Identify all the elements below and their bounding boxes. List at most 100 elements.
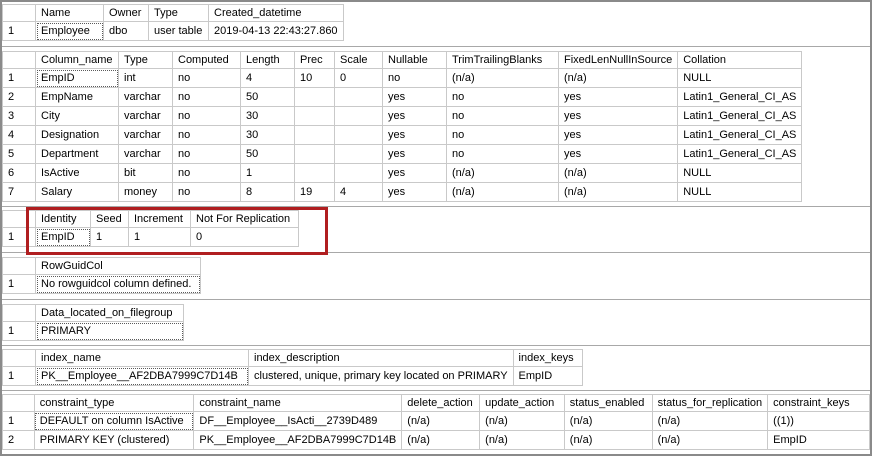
grid-cell[interactable]: 30 xyxy=(240,125,295,145)
grid-cell[interactable]: yes xyxy=(382,144,447,164)
grid-cell[interactable]: (n/a) xyxy=(557,68,679,88)
grid-cell[interactable]: Salary xyxy=(35,182,119,202)
grid-cell[interactable]: 30 xyxy=(240,106,295,126)
grid-cell[interactable]: (n/a) xyxy=(651,411,769,431)
grid-cell[interactable]: Latin1_General_CI_AS xyxy=(677,125,803,145)
grid-cell[interactable]: 1 xyxy=(90,227,129,247)
grid-cell[interactable]: yes xyxy=(557,125,679,145)
grid-cell[interactable]: 4 xyxy=(240,68,295,88)
column-header[interactable]: Nullable xyxy=(382,51,447,69)
grid-splitter[interactable] xyxy=(2,296,870,303)
grid-cell[interactable] xyxy=(294,106,335,126)
column-header[interactable]: index_keys xyxy=(512,349,583,367)
row-number[interactable]: 1 xyxy=(2,321,36,341)
grid-cell[interactable]: PK__Employee__AF2DBA7999C7D14B xyxy=(193,430,403,450)
corner-header[interactable] xyxy=(2,304,36,322)
grid-cell[interactable]: (n/a) xyxy=(557,163,679,183)
grid-cell[interactable]: no xyxy=(446,125,559,145)
row-number[interactable]: 7 xyxy=(2,182,36,202)
column-header[interactable]: Scale xyxy=(334,51,383,69)
grid-cell[interactable]: (n/a) xyxy=(446,182,559,202)
grid-cell[interactable]: 0 xyxy=(190,227,299,247)
column-header[interactable]: status_for_replication xyxy=(651,394,769,412)
grid-cell[interactable]: dbo xyxy=(103,21,149,41)
grid-cell[interactable]: (n/a) xyxy=(446,68,559,88)
selected-cell[interactable]: EmpID xyxy=(35,227,91,247)
grid-cell[interactable] xyxy=(294,87,335,107)
grid-cell[interactable]: yes xyxy=(382,87,447,107)
grid-cell[interactable]: no xyxy=(172,87,241,107)
grid-cell[interactable]: no xyxy=(172,163,241,183)
grid-cell[interactable]: (n/a) xyxy=(557,182,679,202)
grid-cell-null[interactable]: NULL xyxy=(677,182,803,202)
grid-cell[interactable]: no xyxy=(172,68,241,88)
corner-header[interactable] xyxy=(2,51,36,69)
column-header[interactable]: constraint_name xyxy=(193,394,403,412)
row-number[interactable]: 4 xyxy=(2,125,36,145)
grid-cell[interactable]: 0 xyxy=(334,68,383,88)
selected-cell[interactable]: PRIMARY xyxy=(35,321,184,341)
grid-cell[interactable]: PRIMARY KEY (clustered) xyxy=(33,430,195,450)
column-header[interactable]: Created_datetime xyxy=(208,4,344,22)
grid-cell[interactable] xyxy=(334,163,383,183)
grid-cell[interactable] xyxy=(334,87,383,107)
grid-cell[interactable]: (n/a) xyxy=(563,411,653,431)
grid-cell[interactable]: EmpName xyxy=(35,87,119,107)
grid-cell[interactable] xyxy=(294,163,335,183)
grid-cell[interactable]: EmpID xyxy=(512,366,583,386)
grid-cell[interactable] xyxy=(294,125,335,145)
row-number[interactable]: 1 xyxy=(2,21,36,41)
column-header[interactable]: Not For Replication xyxy=(190,210,299,228)
column-header[interactable]: Data_located_on_filegroup xyxy=(35,304,184,322)
row-number[interactable]: 5 xyxy=(2,144,36,164)
grid-cell[interactable]: no xyxy=(172,125,241,145)
column-header[interactable]: Name xyxy=(35,4,104,22)
grid-cell[interactable]: varchar xyxy=(118,125,173,145)
selected-cell[interactable]: No rowguidcol column defined. xyxy=(35,274,201,294)
grid-cell[interactable]: int xyxy=(118,68,173,88)
grid-cell[interactable]: 1 xyxy=(128,227,191,247)
grid-cell[interactable]: (n/a) xyxy=(401,430,481,450)
grid-cell[interactable]: user table xyxy=(148,21,209,41)
row-number[interactable]: 3 xyxy=(2,106,36,126)
column-header[interactable]: Computed xyxy=(172,51,241,69)
selected-cell[interactable]: Employee xyxy=(35,21,104,41)
column-header[interactable]: Owner xyxy=(103,4,149,22)
column-header[interactable]: status_enabled xyxy=(563,394,653,412)
row-number[interactable]: 6 xyxy=(2,163,36,183)
grid-cell[interactable]: (n/a) xyxy=(446,163,559,183)
grid-cell[interactable]: 2019-04-13 22:43:27.860 xyxy=(208,21,344,41)
grid-cell[interactable]: no xyxy=(172,144,241,164)
grid-cell[interactable]: IsActive xyxy=(35,163,119,183)
grid-cell[interactable]: no xyxy=(382,68,447,88)
grid-cell[interactable]: yes xyxy=(382,182,447,202)
grid-splitter[interactable] xyxy=(2,249,870,256)
column-header[interactable]: TrimTrailingBlanks xyxy=(446,51,559,69)
row-number[interactable]: 2 xyxy=(2,87,36,107)
grid-cell[interactable] xyxy=(334,125,383,145)
grid-cell[interactable]: (n/a) xyxy=(479,411,565,431)
grid-cell[interactable]: DF__Employee__IsActi__2739D489 xyxy=(193,411,403,431)
grid-cell[interactable]: no xyxy=(446,87,559,107)
grid-cell[interactable]: yes xyxy=(382,163,447,183)
column-header[interactable]: Type xyxy=(118,51,173,69)
column-header[interactable]: index_name xyxy=(35,349,249,367)
grid-cell[interactable]: 4 xyxy=(334,182,383,202)
row-number[interactable]: 1 xyxy=(2,411,35,431)
grid-cell[interactable] xyxy=(294,144,335,164)
row-number[interactable]: 1 xyxy=(2,68,36,88)
grid-cell[interactable]: ((1)) xyxy=(767,411,870,431)
row-number[interactable]: 1 xyxy=(2,227,36,247)
column-header[interactable]: update_action xyxy=(479,394,565,412)
column-header[interactable]: constraint_keys xyxy=(767,394,870,412)
grid-cell[interactable]: varchar xyxy=(118,87,173,107)
grid-cell[interactable]: yes xyxy=(557,87,679,107)
grid-cell-null[interactable]: NULL xyxy=(677,163,803,183)
grid-cell[interactable]: 50 xyxy=(240,144,295,164)
column-header[interactable]: Length xyxy=(240,51,295,69)
column-header[interactable]: Identity xyxy=(35,210,91,228)
grid-cell[interactable]: Department xyxy=(35,144,119,164)
row-number[interactable]: 1 xyxy=(2,366,36,386)
grid-cell[interactable]: no xyxy=(446,106,559,126)
grid-cell[interactable]: (n/a) xyxy=(563,430,653,450)
